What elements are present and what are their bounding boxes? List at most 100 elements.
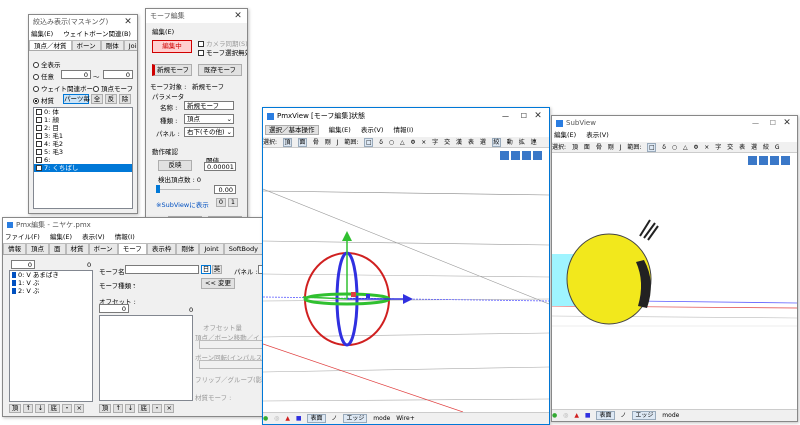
view-reset-icon[interactable] [533, 151, 542, 160]
morph-slider-thumb[interactable] [156, 185, 160, 193]
morph-type-select[interactable]: 頂点 ⌄ [184, 114, 234, 124]
menu-view[interactable]: 表示(V) [82, 233, 105, 241]
tool-link[interactable]: 連 [531, 139, 537, 146]
morph-window-titlebar[interactable]: モーフ編集 ✕ [146, 9, 247, 23]
sub-tool-x[interactable]: × [704, 144, 709, 151]
tab-rigid[interactable]: 剛体 [176, 243, 200, 254]
tool-filter[interactable]: 絞 [491, 138, 501, 147]
list-item[interactable]: 1: 顔 [34, 116, 132, 124]
close-icon[interactable]: ✕ [232, 9, 244, 23]
gizmo-z-arrowhead[interactable] [403, 294, 413, 304]
checkbox-icon[interactable] [36, 133, 42, 139]
select-all-button[interactable]: 全 [91, 94, 103, 104]
new-morph-button[interactable]: 新規モーフ [152, 64, 192, 76]
tab-material[interactable]: 材質 [65, 243, 89, 254]
view-rotate-icon[interactable] [748, 156, 757, 165]
value-0-button[interactable]: 0 [216, 198, 226, 207]
show-all-radio[interactable]: 全表示 [33, 59, 61, 69]
tab-joint[interactable]: Joint [199, 243, 224, 254]
list-item[interactable]: 3: 毛1 [34, 132, 132, 140]
select-mode-dropdown[interactable]: 選択／基本操作 [265, 125, 319, 135]
offset-nav-bottom-button[interactable]: 底 [137, 404, 150, 413]
offset-nav-top-button[interactable]: 頂 [99, 404, 111, 413]
nav-bottom-button[interactable]: 底 [47, 404, 60, 413]
view-menu-edit[interactable]: 編集(E) [329, 126, 351, 134]
tool-rect[interactable]: □ [364, 138, 374, 147]
sub-tool-g[interactable]: G [775, 144, 780, 151]
tool-scale[interactable]: 拡 [519, 139, 525, 146]
range-from-input[interactable]: 0 [61, 70, 91, 79]
sub-bottom-mode-label[interactable]: mode [662, 412, 679, 419]
minimize-icon[interactable]: — [752, 116, 759, 130]
list-item[interactable]: 6: [34, 156, 132, 164]
tool-kanji[interactable]: 漢 [456, 139, 462, 146]
checkbox-icon[interactable] [36, 141, 42, 147]
slider-value-input[interactable]: 0.00 [214, 185, 236, 194]
gizmo-handle[interactable] [366, 294, 370, 298]
offset-index-input[interactable]: 0 [99, 304, 129, 313]
tool-bone[interactable]: 骨 [313, 139, 319, 146]
value-1-button[interactable]: 1 [228, 198, 238, 207]
tool-x[interactable]: × [421, 139, 426, 146]
view-menu-info[interactable]: 情報(I) [393, 126, 413, 134]
select-disable-check[interactable]: モーフ選択無効 [198, 47, 247, 57]
close-icon[interactable]: ✕ [532, 108, 544, 124]
subview-menu-edit[interactable]: 編集(E) [554, 131, 576, 139]
subview-titlebar[interactable]: SubView — ☐ ✕ [552, 116, 797, 130]
tool-joint[interactable]: J [337, 139, 339, 146]
sub-tool-rect[interactable]: □ [647, 143, 657, 152]
nav-down-button[interactable]: ↓ [35, 404, 46, 413]
offset-nav-down-button[interactable]: ↓ [125, 404, 136, 413]
any-radio[interactable]: 任意 [33, 71, 54, 81]
tab-bone[interactable]: ボーン [88, 243, 118, 254]
bottom-wire-dropdown[interactable]: Wire+ [396, 415, 415, 422]
filter-menu-edit[interactable]: 編集(E) [31, 30, 53, 38]
lang-en-button[interactable]: 英 [212, 265, 222, 274]
bottom-mode-label[interactable]: mode [373, 415, 390, 422]
editing-button[interactable]: 編集中 [152, 40, 192, 53]
gizmo-handle[interactable] [351, 292, 356, 297]
sub-tool-vertex[interactable]: 頂 [572, 144, 578, 151]
subview-menu-view[interactable]: 表示(V) [586, 131, 609, 139]
tool-face[interactable]: 面 [297, 138, 307, 147]
morph-menu-edit[interactable]: 編集(E) [152, 26, 174, 36]
apply-button[interactable]: 反映 [158, 160, 192, 171]
checkbox-icon[interactable] [36, 165, 42, 171]
bottom-ring-icon[interactable]: ◎ [563, 412, 568, 419]
view-pan-icon[interactable] [511, 151, 520, 160]
tab-softbody[interactable]: SoftBody [223, 243, 263, 254]
subview-display-link[interactable]: ※SubViewに表示 [156, 199, 209, 209]
offset-nav-delete-button[interactable]: × [164, 404, 175, 413]
bottom-dot-icon[interactable]: ● [263, 415, 268, 422]
view-rotate-icon[interactable] [500, 151, 509, 160]
list-item[interactable]: 4: 毛2 [34, 140, 132, 148]
list-item[interactable]: 0: V あまばき [10, 271, 92, 279]
sub-tool-cross[interactable]: 交 [727, 144, 733, 151]
view-zoom-icon[interactable] [770, 156, 779, 165]
tab-vertex[interactable]: 頂点 [26, 243, 49, 254]
pmx-view-titlebar[interactable]: PmxView [モーフ編集]状態 — ☐ ✕ [263, 108, 549, 124]
view-pan-icon[interactable] [759, 156, 768, 165]
vertex-morph-radio[interactable]: 頂点モーフ [93, 83, 133, 93]
tool-lasso[interactable]: δ [379, 139, 383, 146]
sub-tool-triangle[interactable]: △ [683, 144, 688, 151]
material-list[interactable]: 0: 体 1: 顔 2: 目 3: 毛1 4: 毛2 5: 毛3 6: 7: く… [33, 107, 133, 209]
checkbox-icon[interactable] [36, 157, 42, 163]
tool-move[interactable]: 動 [507, 139, 513, 146]
bottom-square-icon[interactable]: ■ [585, 412, 591, 419]
morph-name-field[interactable] [125, 265, 199, 274]
nav-delete-button[interactable]: × [74, 404, 85, 413]
sub-tool-surface[interactable]: 表 [739, 144, 745, 151]
sub-tool-joint[interactable]: J [620, 144, 622, 151]
tab-face[interactable]: 面 [49, 243, 66, 254]
tab-info[interactable]: 情報 [3, 243, 26, 254]
sub-bottom-surface-button[interactable]: 表面 [596, 411, 615, 420]
change-button[interactable]: << 変更 [201, 278, 235, 289]
lang-jp-button[interactable]: 日 [201, 265, 211, 274]
menu-edit[interactable]: 編集(E) [50, 233, 72, 241]
vertex-move-field[interactable] [199, 340, 269, 349]
sub-tool-phi[interactable]: Φ [694, 144, 699, 151]
checkbox-icon[interactable] [36, 117, 42, 123]
subview-3d-viewport[interactable] [552, 154, 797, 409]
tab-bone[interactable]: ボーン [71, 40, 101, 50]
